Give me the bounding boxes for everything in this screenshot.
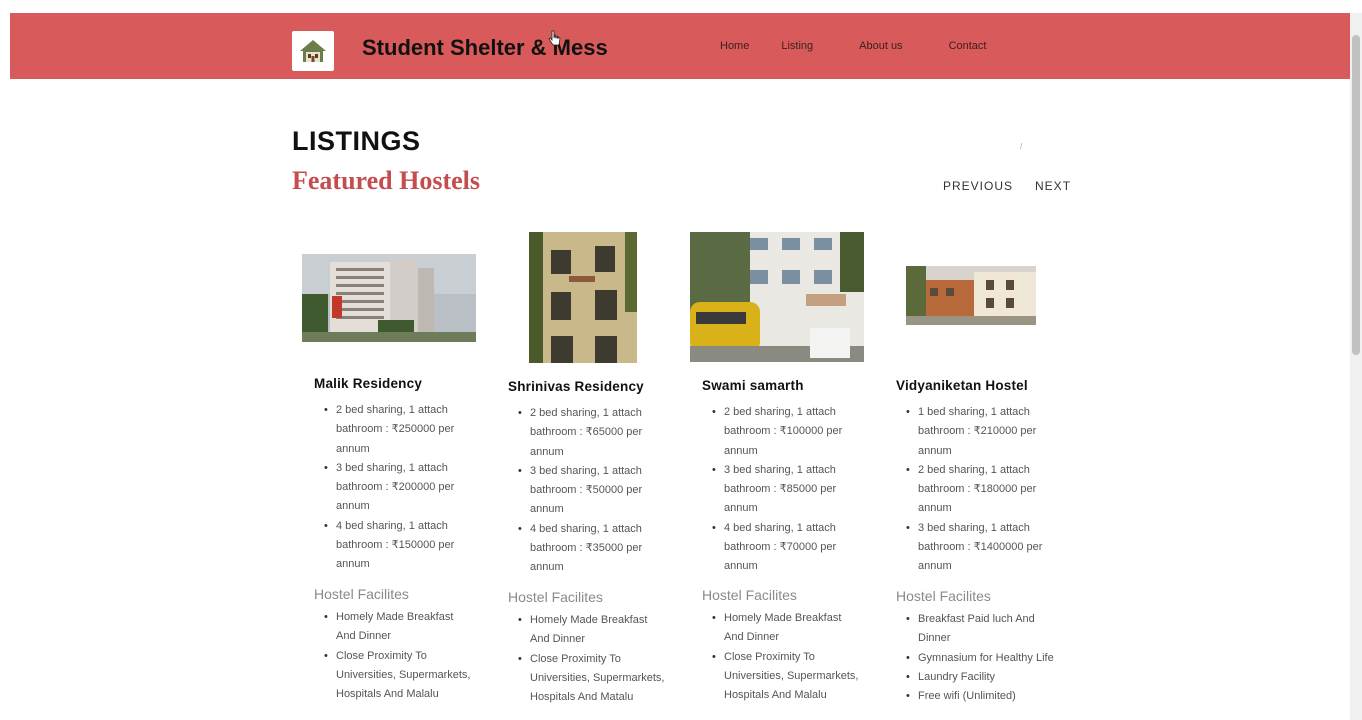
navbar: Student Shelter & Mess Home Listing Abou… — [10, 13, 1350, 79]
facility-item: Homely Made Breakfast And Dinner — [702, 609, 862, 648]
facility-item: Gymnasium for Healthy Life — [896, 649, 1056, 669]
hostel-name[interactable]: Swami samarth — [702, 378, 804, 393]
room-item: 3 bed sharing, 1 attach bathroom : ₹2000… — [314, 459, 474, 517]
room-item: 2 bed sharing, 1 attach bathroom : ₹6500… — [508, 404, 668, 462]
stray-mark: / — [1020, 142, 1023, 151]
hostel-photo-swami[interactable] — [690, 232, 864, 362]
facilities-heading: Hostel Facilites — [508, 589, 603, 605]
facility-item: Close Proximity To Universities, Superma… — [314, 647, 474, 705]
featured-hostels-heading: Featured Hostels — [292, 166, 480, 195]
hostel-photo-malik[interactable] — [302, 254, 476, 342]
facility-item: Close Proximity To Universities, Superma… — [508, 650, 668, 708]
top-strip — [0, 0, 1362, 13]
facility-item: Breakfast Paid luch And Dinner — [896, 610, 1056, 649]
page-title: LISTINGS — [292, 126, 421, 156]
hostel-photo-shrinivas[interactable] — [529, 232, 637, 363]
room-item: 2 bed sharing, 1 attach bathroom : ₹2500… — [314, 401, 474, 459]
room-list: 2 bed sharing, 1 attach bathroom : ₹2500… — [314, 401, 474, 575]
previous-button[interactable]: PREVIOUS — [943, 179, 1013, 193]
hostel-photo-vidyaniketan[interactable] — [906, 266, 1036, 325]
brand-title[interactable]: Student Shelter & Mess — [362, 35, 608, 61]
room-item: 1 bed sharing, 1 attach bathroom : ₹2100… — [896, 403, 1056, 461]
facility-list: Homely Made Breakfast And Dinner Close P… — [314, 608, 474, 704]
facility-item: Homely Made Breakfast And Dinner — [314, 608, 474, 647]
facility-list: Breakfast Paid luch And Dinner Gymnasium… — [896, 610, 1056, 707]
hostel-name[interactable]: Malik Residency — [314, 376, 422, 391]
room-item: 3 bed sharing, 1 attach bathroom : ₹5000… — [508, 462, 668, 520]
facility-item: Homely Made Breakfast And Dinner — [508, 611, 668, 650]
hostel-name[interactable]: Shrinivas Residency — [508, 379, 644, 394]
facilities-heading: Hostel Facilites — [702, 587, 797, 603]
room-list: 1 bed sharing, 1 attach bathroom : ₹2100… — [896, 403, 1056, 577]
room-item: 3 bed sharing, 1 attach bathroom : ₹1400… — [896, 519, 1056, 577]
room-item: 2 bed sharing, 1 attach bathroom : ₹1800… — [896, 461, 1056, 519]
scrollbar[interactable] — [1350, 13, 1362, 720]
facilities-heading: Hostel Facilites — [314, 586, 409, 602]
facility-item: Free wifi (Unlimited) — [896, 687, 1056, 707]
carousel-pager: PREVIOUS NEXT — [943, 179, 1071, 193]
scrollbar-thumb[interactable] — [1352, 35, 1360, 355]
room-list: 2 bed sharing, 1 attach bathroom : ₹6500… — [508, 404, 668, 578]
facilities-heading: Hostel Facilites — [896, 588, 991, 604]
room-item: 2 bed sharing, 1 attach bathroom : ₹1000… — [702, 403, 862, 461]
nav-listing[interactable]: Listing — [781, 40, 813, 52]
hand-cursor-icon — [548, 30, 561, 46]
facility-list: Homely Made Breakfast And Dinner Close P… — [702, 609, 862, 705]
next-button[interactable]: NEXT — [1035, 179, 1071, 193]
facility-item: Close Proximity To Universities, Superma… — [702, 648, 862, 706]
house-logo-icon[interactable] — [292, 31, 334, 71]
nav-home[interactable]: Home — [720, 40, 749, 52]
room-item: 4 bed sharing, 1 attach bathroom : ₹7000… — [702, 519, 862, 577]
nav-contact[interactable]: Contact — [949, 40, 987, 52]
room-item: 4 bed sharing, 1 attach bathroom : ₹1500… — [314, 517, 474, 575]
nav-about[interactable]: About us — [859, 40, 902, 52]
room-list: 2 bed sharing, 1 attach bathroom : ₹1000… — [702, 403, 862, 577]
room-item: 4 bed sharing, 1 attach bathroom : ₹3500… — [508, 520, 668, 578]
hostel-name[interactable]: Vidyaniketan Hostel — [896, 378, 1028, 393]
nav-menu: Home Listing About us Contact — [720, 40, 986, 52]
facility-item: Laundry Facility — [896, 668, 1056, 688]
facility-list: Homely Made Breakfast And Dinner Close P… — [508, 611, 668, 707]
room-item: 3 bed sharing, 1 attach bathroom : ₹8500… — [702, 461, 862, 519]
